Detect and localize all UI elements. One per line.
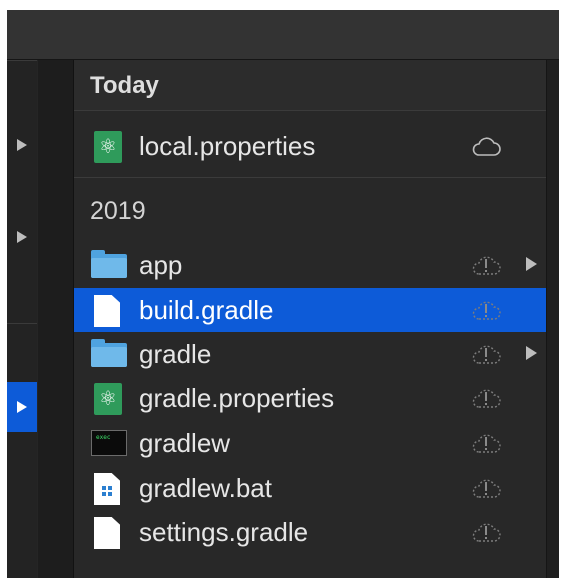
- chevron-right-icon: [17, 231, 27, 243]
- cloud-error-icon: [470, 297, 502, 323]
- atom-file-icon: ⚛: [91, 131, 127, 163]
- file-name: gradle.properties: [139, 383, 335, 413]
- file-name: local.properties: [139, 131, 316, 161]
- file-row[interactable]: app: [74, 243, 546, 287]
- column-divider: [7, 60, 37, 61]
- folder-icon: [91, 339, 127, 369]
- section-header-today: Today: [74, 60, 546, 111]
- parent-column[interactable]: [7, 60, 37, 578]
- atom-file-icon: ⚛: [91, 383, 127, 415]
- file-name: app: [139, 250, 183, 280]
- windows-batch-icon: [91, 473, 127, 505]
- cloud-error-icon: [470, 519, 502, 545]
- cloud-error-icon: [470, 430, 502, 456]
- file-row[interactable]: exec gradlew: [74, 421, 546, 465]
- terminal-icon: exec: [91, 428, 127, 458]
- cloud-error-icon: [470, 475, 502, 501]
- file-row[interactable]: build.gradle: [74, 288, 546, 332]
- file-name: settings.gradle: [139, 517, 309, 547]
- chevron-right-icon: [17, 139, 27, 151]
- file-list: Today ⚛ local.properties 2019 app build.gr…: [74, 60, 546, 578]
- file-row[interactable]: gradle: [74, 332, 546, 376]
- finder-window: Today ⚛ local.properties 2019 app build.gr…: [7, 10, 559, 578]
- chevron-right-icon: [526, 257, 537, 271]
- section-title: Today: [90, 72, 159, 99]
- empty-column: [38, 60, 74, 578]
- document-icon: [91, 517, 127, 549]
- scrollbar[interactable]: [546, 60, 559, 578]
- column-divider: [7, 323, 37, 324]
- document-icon: [91, 295, 127, 327]
- toolbar: [7, 10, 559, 60]
- cloud-error-icon: [470, 341, 502, 367]
- file-name: gradlew.bat: [139, 473, 272, 503]
- file-name: gradlew: [139, 428, 231, 458]
- chevron-right-icon: [17, 401, 27, 413]
- folder-icon: [91, 250, 127, 280]
- file-row[interactable]: settings.gradle: [74, 510, 546, 554]
- section-divider: [74, 177, 546, 178]
- cloud-error-icon: [470, 385, 502, 411]
- file-row[interactable]: ⚛ gradle.properties: [74, 376, 546, 420]
- file-name: build.gradle: [139, 295, 274, 325]
- file-row[interactable]: gradlew.bat: [74, 466, 546, 510]
- file-name: gradle: [139, 339, 212, 369]
- chevron-right-icon: [526, 346, 537, 360]
- cloud-icon: [470, 133, 502, 159]
- cloud-error-icon: [470, 252, 502, 278]
- file-row[interactable]: ⚛ local.properties: [74, 124, 546, 168]
- section-title: 2019: [90, 197, 146, 225]
